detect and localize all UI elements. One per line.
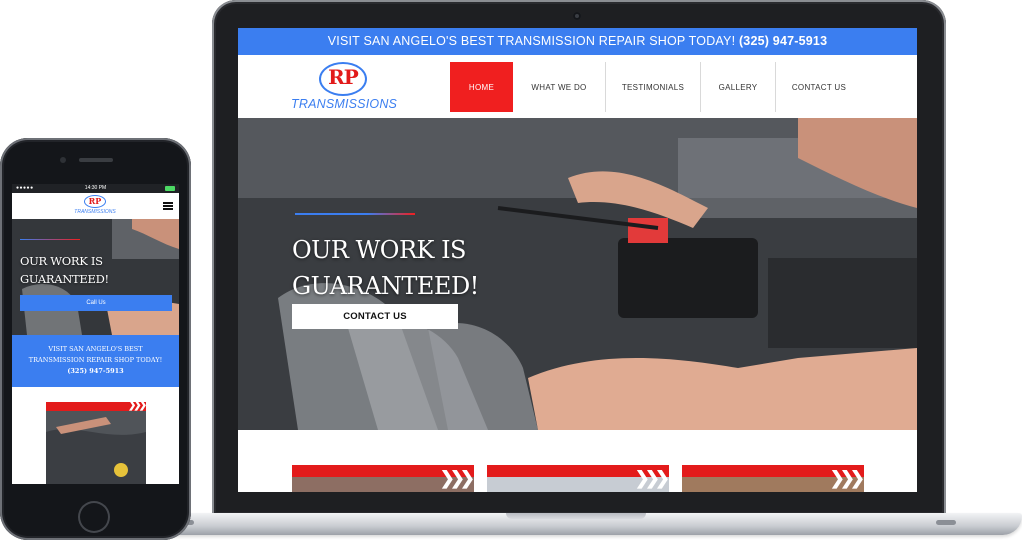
mobile-cta-line2: TRANSMISSION REPAIR SHOP TODAY!: [28, 356, 163, 364]
hero-banner: OUR WORK IS GUARANTEED! CONTACT US: [238, 118, 917, 430]
laptop-screen: VISIT SAN ANGELO'S BEST TRANSMISSION REP…: [238, 28, 917, 492]
mobile-cta-line1: VISIT SAN ANGELO'S BEST: [48, 345, 143, 353]
hero-title-line2: GUARANTEED!: [292, 272, 479, 300]
phone-speaker: [79, 158, 113, 162]
mobile-logo-wordmark: TRANSMISSIONS: [74, 209, 116, 215]
phone-status-bar: ●●●●● 14:30 PM: [12, 184, 179, 193]
hamburger-menu-icon[interactable]: [163, 202, 173, 210]
mobile-card-bar: ❯❯❯: [46, 402, 146, 411]
logo-mark: RP: [328, 65, 359, 89]
laptop-foot: [936, 520, 956, 525]
nav-contact-us[interactable]: CONTACT US: [776, 62, 862, 112]
announcement-phone[interactable]: (325) 947-5913: [739, 34, 827, 48]
site-header: RP TRANSMISSIONS HOME WHAT WE DO TESTIMO…: [238, 55, 917, 118]
hero-accent-line: [295, 213, 415, 215]
mobile-header: RP TRANSMISSIONS: [12, 193, 179, 219]
hero-title-line1: OUR WORK IS: [292, 236, 466, 264]
laptop-notch: [506, 513, 646, 519]
nav-what-we-do[interactable]: WHAT WE DO: [513, 62, 606, 112]
call-us-button[interactable]: Call Us: [20, 295, 172, 311]
hero-title: OUR WORK IS GUARANTEED!: [292, 232, 479, 304]
main-nav: HOME WHAT WE DO TESTIMONIALS GALLERY CON…: [450, 62, 862, 112]
mobile-hero-accent-line: [20, 239, 80, 240]
laptop-camera: [573, 12, 581, 20]
chevrons-icon: ❯❯❯: [439, 468, 474, 488]
chevrons-icon: ❯❯❯: [127, 402, 146, 411]
mobile-cta-phone[interactable]: (325) 947-5913: [67, 367, 123, 375]
phone-home-button[interactable]: [78, 501, 110, 533]
contact-us-button[interactable]: CONTACT US: [292, 304, 458, 329]
nav-gallery[interactable]: GALLERY: [701, 62, 776, 112]
top-announcement-bar: VISIT SAN ANGELO'S BEST TRANSMISSION REP…: [238, 28, 917, 55]
service-card[interactable]: ❯❯❯: [682, 465, 864, 492]
site-logo[interactable]: RP TRANSMISSIONS: [291, 62, 397, 114]
status-time: 14:30 PM: [84, 185, 107, 191]
mobile-hero-title-line2: GUARANTEED!: [20, 272, 109, 286]
mobile-cta-banner: VISIT SAN ANGELO'S BEST TRANSMISSION REP…: [12, 335, 179, 387]
phone-screen: ●●●●● 14:30 PM RP TRANSMISSIONS OUR WORK…: [12, 184, 179, 484]
logo-wordmark: TRANSMISSIONS: [291, 97, 398, 111]
nav-home[interactable]: HOME: [450, 62, 513, 112]
battery-icon: [165, 186, 175, 191]
chevrons-icon: ❯❯❯: [829, 468, 864, 488]
phone-camera: [60, 157, 66, 163]
mobile-hero: OUR WORK IS GUARANTEED! Call Us: [12, 219, 179, 335]
mobile-hero-title: OUR WORK IS GUARANTEED!: [20, 252, 109, 288]
mobile-service-card[interactable]: ❯❯❯: [46, 402, 146, 484]
chevrons-icon: ❯❯❯: [634, 468, 669, 488]
mobile-logo-mark[interactable]: RP: [84, 195, 106, 208]
service-cards: ❯❯❯ ❯❯❯ ❯❯❯: [238, 430, 917, 492]
service-card[interactable]: ❯❯❯: [487, 465, 669, 492]
nav-testimonials[interactable]: TESTIMONIALS: [606, 62, 701, 112]
mobile-card-photo: [46, 402, 146, 484]
announcement-text: VISIT SAN ANGELO'S BEST TRANSMISSION REP…: [327, 34, 739, 48]
mobile-hero-title-line1: OUR WORK IS: [20, 254, 103, 268]
service-card[interactable]: ❯❯❯: [292, 465, 474, 492]
